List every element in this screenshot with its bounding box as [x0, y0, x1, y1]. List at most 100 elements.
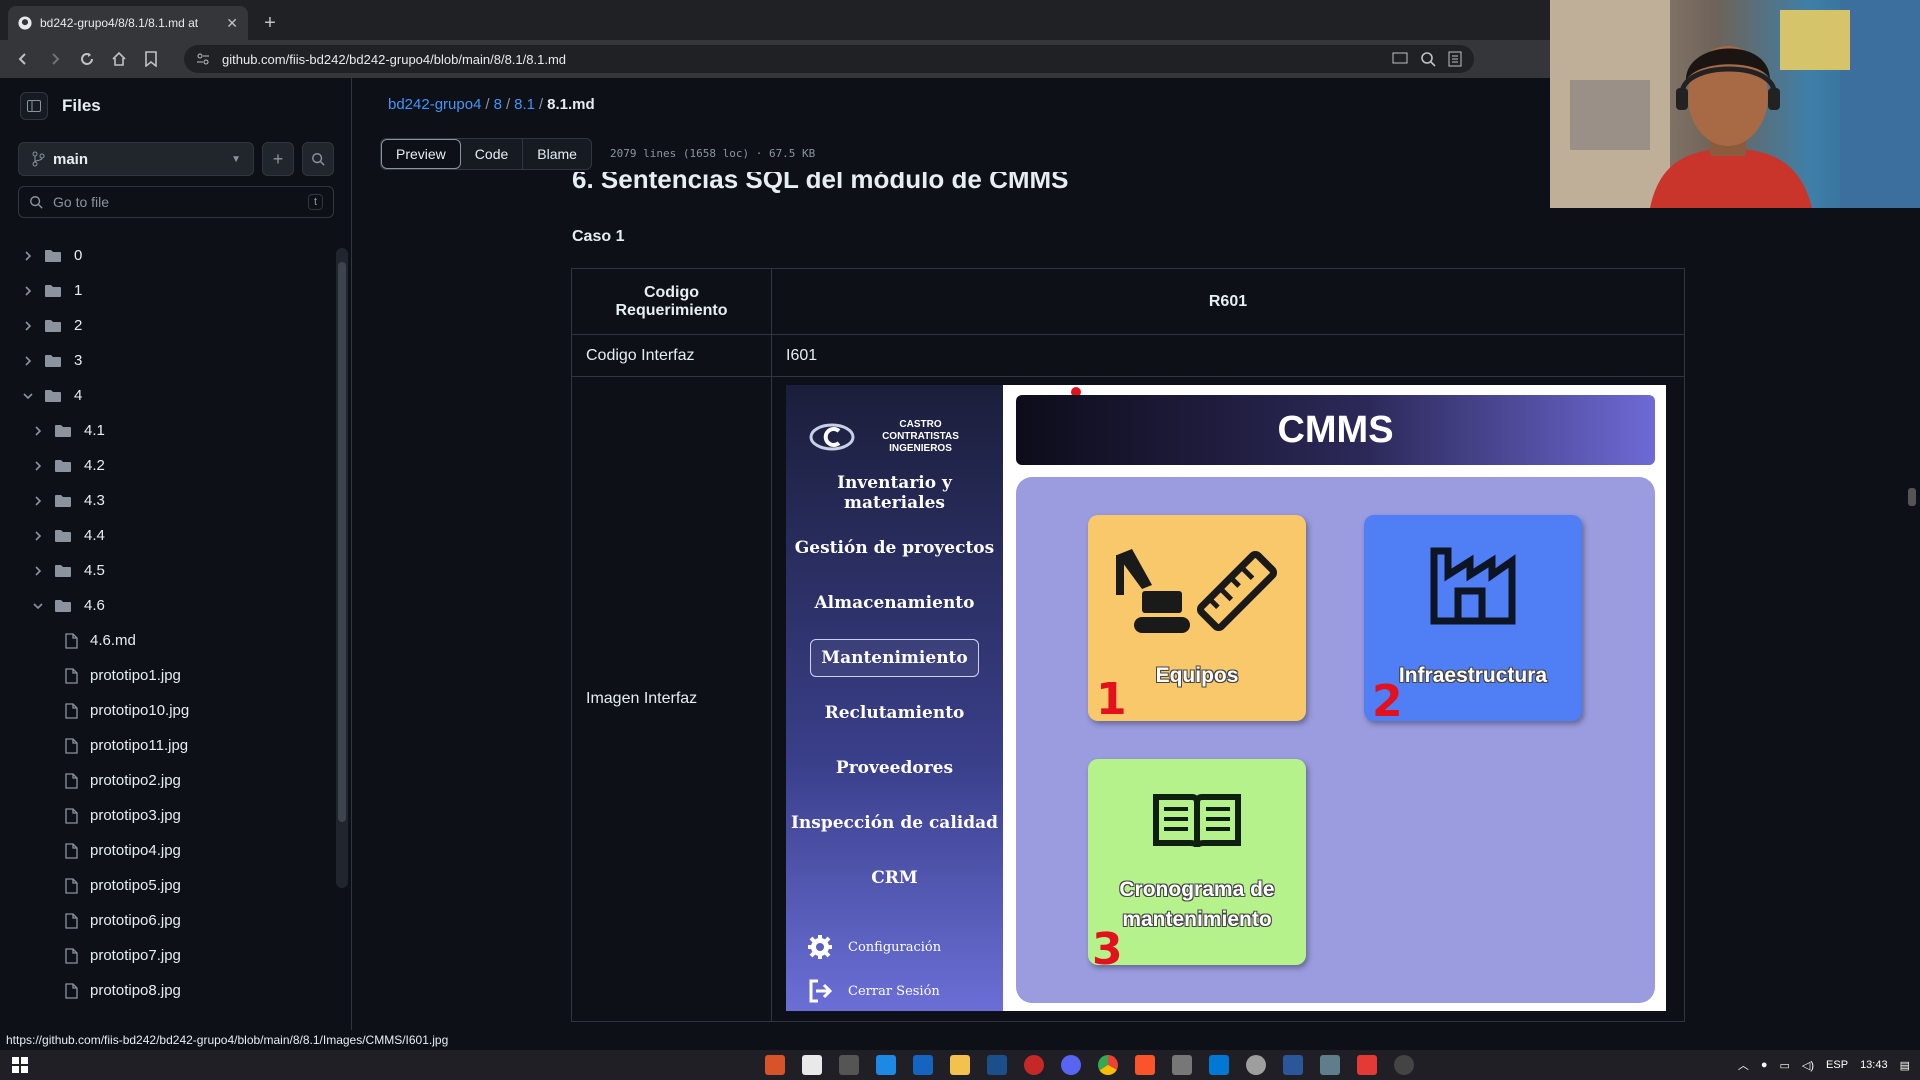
folder-app-icon[interactable]	[950, 1055, 970, 1075]
add-file-button[interactable]: +	[262, 142, 294, 176]
cast-icon[interactable]	[1392, 52, 1408, 66]
bookmark-button[interactable]	[138, 46, 164, 72]
windows-start-icon[interactable]	[12, 1057, 28, 1073]
reload-button[interactable]	[74, 46, 100, 72]
tray-chevron-icon[interactable]: ︿	[1738, 1057, 1749, 1073]
interface-image-cell: CASTRO CONTRATISTAS INGENIEROS Inventari…	[771, 376, 1685, 1022]
app-icon[interactable]	[1320, 1055, 1340, 1075]
app-icon[interactable]	[839, 1055, 859, 1075]
app-icon[interactable]	[802, 1055, 822, 1075]
language-indicator[interactable]: ESP	[1826, 1059, 1848, 1071]
tree-file-item[interactable]: 4.6.md	[0, 623, 336, 658]
tree-folder-item[interactable]: 4.5	[0, 553, 336, 588]
caret-down-icon: ▼	[231, 153, 241, 165]
app-icon[interactable]	[1061, 1055, 1081, 1075]
tree-file-item[interactable]: prototipo4.jpg	[0, 833, 336, 868]
browser-tab-bar: bd242-grupo4/8/8.1/8.1.md at ✕ +	[0, 0, 1550, 40]
file-icon	[64, 772, 78, 789]
clock[interactable]: 13:43	[1860, 1059, 1888, 1071]
tree-file-item[interactable]: prototipo11.jpg	[0, 728, 336, 763]
folder-icon	[54, 459, 72, 473]
tree-folder-item[interactable]: 4.6	[0, 588, 336, 623]
tree-folder-item[interactable]: 1	[0, 273, 336, 308]
cmms-menu-item-label: Gestión de proyectos	[794, 537, 995, 558]
app-icon[interactable]	[1172, 1055, 1192, 1075]
reader-mode-icon[interactable]	[1448, 51, 1462, 67]
tree-folder-item[interactable]: 0	[0, 238, 336, 273]
tree-file-item[interactable]: prototipo2.jpg	[0, 763, 336, 798]
app-icon[interactable]	[1394, 1055, 1414, 1075]
app-icon[interactable]	[765, 1055, 785, 1075]
zoom-icon[interactable]	[1420, 51, 1436, 67]
app-icon[interactable]	[876, 1055, 896, 1075]
go-to-file-input[interactable]: Go to file t	[18, 186, 334, 218]
tree-file-item[interactable]: prototipo6.jpg	[0, 903, 336, 938]
tree-file-item[interactable]: prototipo8.jpg	[0, 973, 336, 1008]
table-row: Imagen Interfaz CASTRO CONTRATISTAS INGE…	[571, 376, 1685, 1022]
webcam-person-image	[1550, 0, 1920, 208]
tree-file-item[interactable]: prototipo3.jpg	[0, 798, 336, 833]
app-icon[interactable]	[1246, 1055, 1266, 1075]
app-icon[interactable]	[913, 1055, 933, 1075]
card-equipos: Equipos 1	[1088, 515, 1306, 725]
page-scrollbar[interactable]	[1904, 208, 1920, 1048]
chevron-right-icon	[30, 425, 46, 436]
tree-file-item[interactable]: prototipo7.jpg	[0, 938, 336, 973]
search-files-button[interactable]	[302, 142, 334, 176]
tree-folder-item[interactable]: 4	[0, 378, 336, 413]
collapse-sidebar-button[interactable]	[20, 92, 48, 120]
tree-file-item[interactable]: prototipo1.jpg	[0, 658, 336, 693]
address-bar[interactable]: github.com/fiis-bd242/bd242-grupo4/blob/…	[184, 45, 1474, 73]
tree-file-item[interactable]: prototipo10.jpg	[0, 693, 336, 728]
requirement-table: Codigo Requerimiento R601 Codigo Interfa…	[571, 268, 1685, 1022]
tree-file-item[interactable]: prototipo5.jpg	[0, 868, 336, 903]
tab-title: bd242-grupo4/8/8.1/8.1.md at	[40, 16, 199, 30]
network-icon[interactable]: ▭	[1780, 1059, 1790, 1072]
requirement-code-value: R601	[771, 268, 1685, 335]
vscode-app-icon[interactable]	[1209, 1055, 1229, 1075]
breadcrumb-repo[interactable]: bd242-grupo4	[388, 96, 481, 113]
close-tab-icon[interactable]: ✕	[226, 15, 238, 32]
microphone-icon[interactable]: ●	[1761, 1059, 1768, 1071]
tab-blame[interactable]: Blame	[523, 139, 591, 169]
tab-preview[interactable]: Preview	[381, 139, 461, 169]
tree-folder-item[interactable]: 4.2	[0, 448, 336, 483]
table-row: Codigo Interfaz I601	[571, 334, 1685, 377]
webcam-overlay	[1550, 0, 1920, 208]
taskbar-apps	[765, 1055, 1414, 1075]
cmms-menu-item: Almacenamiento	[786, 575, 1003, 630]
settings-label: Configuración	[848, 939, 942, 955]
breadcrumb-dir-8[interactable]: 8	[494, 96, 502, 113]
notifications-icon[interactable]: ▤	[1900, 1059, 1910, 1072]
word-app-icon[interactable]	[1283, 1055, 1303, 1075]
tab-code[interactable]: Code	[461, 139, 524, 169]
tree-folder-item[interactable]: 4.3	[0, 483, 336, 518]
branch-selector[interactable]: main ▼	[18, 142, 254, 176]
chrome-app-icon[interactable]	[1098, 1055, 1118, 1075]
tree-item-label: 2	[74, 317, 83, 334]
home-button[interactable]	[106, 46, 132, 72]
app-icon[interactable]	[1024, 1055, 1044, 1075]
browser-tab[interactable]: bd242-grupo4/8/8.1/8.1.md at ✕	[8, 6, 248, 40]
new-tab-button[interactable]: +	[256, 9, 284, 37]
github-icon	[18, 16, 32, 30]
app-icon[interactable]	[987, 1055, 1007, 1075]
tree-folder-item[interactable]: 2	[0, 308, 336, 343]
sidebar-scrollbar-thumb[interactable]	[338, 262, 346, 822]
breadcrumb-dir-8-1[interactable]: 8.1	[514, 96, 535, 113]
branch-name: main	[53, 150, 89, 168]
folder-icon	[54, 424, 72, 438]
brave-app-icon[interactable]	[1135, 1055, 1155, 1075]
file-icon	[64, 807, 78, 824]
app-icon[interactable]	[1357, 1055, 1377, 1075]
tree-folder-item[interactable]: 4.4	[0, 518, 336, 553]
folder-icon	[44, 389, 62, 403]
page-scrollbar-thumb[interactable]	[1908, 488, 1916, 506]
tree-folder-item[interactable]: 4.1	[0, 413, 336, 448]
forward-button[interactable]	[42, 46, 68, 72]
volume-icon[interactable]: ◁)	[1802, 1059, 1814, 1072]
tree-folder-item[interactable]: 3	[0, 343, 336, 378]
cmms-interface-image[interactable]: CASTRO CONTRATISTAS INGENIEROS Inventari…	[786, 385, 1666, 1011]
sidebar-scrollbar[interactable]	[336, 248, 348, 888]
back-button[interactable]	[10, 46, 36, 72]
